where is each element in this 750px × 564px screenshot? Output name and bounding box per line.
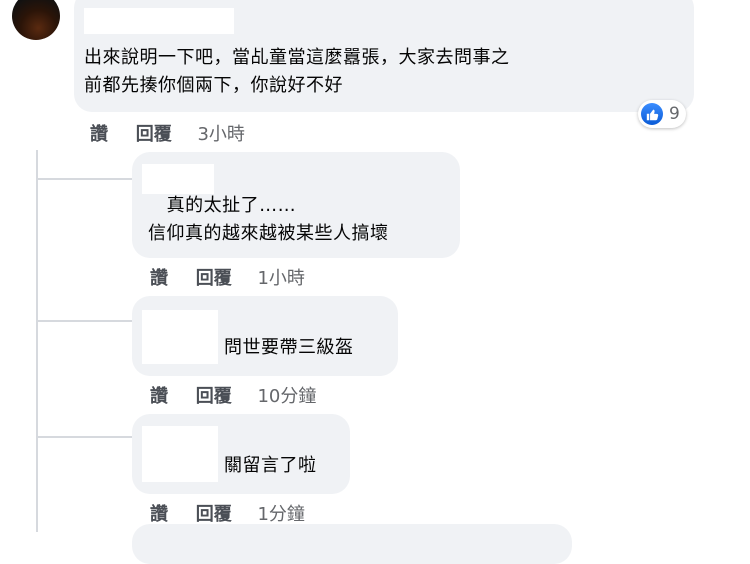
reply-bubble-3: 關留言了啦 bbox=[132, 414, 350, 494]
like-button[interactable]: 讚 bbox=[150, 504, 168, 525]
timestamp[interactable]: 1小時 bbox=[257, 268, 304, 289]
thread-line-branch-2 bbox=[36, 320, 132, 322]
timestamp[interactable]: 3小時 bbox=[197, 124, 244, 145]
like-button[interactable]: 讚 bbox=[150, 268, 168, 289]
like-button[interactable]: 讚 bbox=[150, 386, 168, 407]
reply-name-redacted-1 bbox=[142, 164, 214, 194]
reply-actions-1: 讚 回覆 1小時 bbox=[150, 264, 305, 290]
thread-line-branch-3 bbox=[36, 436, 132, 438]
reply-button[interactable]: 回覆 bbox=[196, 268, 232, 289]
avatar[interactable] bbox=[12, 0, 60, 40]
timestamp[interactable]: 1分鐘 bbox=[257, 504, 304, 525]
timestamp[interactable]: 10分鐘 bbox=[257, 386, 316, 407]
reply-actions-3: 讚 回覆 1分鐘 bbox=[150, 500, 305, 526]
reaction-count: 9 bbox=[669, 104, 680, 124]
reply-button[interactable]: 回覆 bbox=[136, 124, 172, 145]
comment-actions: 讚 回覆 3小時 bbox=[90, 120, 245, 146]
reply-button[interactable]: 回覆 bbox=[196, 504, 232, 525]
like-icon bbox=[641, 103, 663, 125]
reply-name-redacted-3 bbox=[142, 426, 218, 482]
comment-text: 出來說明一下吧，當乩童當這麼囂張，大家去問事之 前都先揍你個兩下，你說好不好 bbox=[84, 47, 510, 96]
like-button[interactable]: 讚 bbox=[90, 124, 108, 145]
reaction-badge[interactable]: 9 bbox=[638, 100, 686, 128]
thread-line-main bbox=[36, 150, 38, 532]
reply-text-2: 問世要帶三級盔 bbox=[224, 337, 354, 358]
commenter-name-redacted bbox=[84, 8, 234, 34]
reply-bubble-4-partial bbox=[132, 524, 572, 564]
reply-text-1: 真的太扯了…… 信仰真的越來越被某些人搞壞 bbox=[148, 195, 389, 244]
reply-bubble-1: 真的太扯了…… 信仰真的越來越被某些人搞壞 bbox=[132, 152, 460, 258]
reply-bubble-2: 問世要帶三級盔 bbox=[132, 296, 398, 376]
comment-bubble: 出來說明一下吧，當乩童當這麼囂張，大家去問事之 前都先揍你個兩下，你說好不好 bbox=[74, 0, 694, 112]
reply-actions-2: 讚 回覆 10分鐘 bbox=[150, 382, 316, 408]
thread-line-branch-1 bbox=[36, 178, 132, 180]
reply-name-redacted-2 bbox=[142, 310, 218, 364]
reply-button[interactable]: 回覆 bbox=[196, 386, 232, 407]
reply-text-3: 關留言了啦 bbox=[224, 455, 317, 476]
